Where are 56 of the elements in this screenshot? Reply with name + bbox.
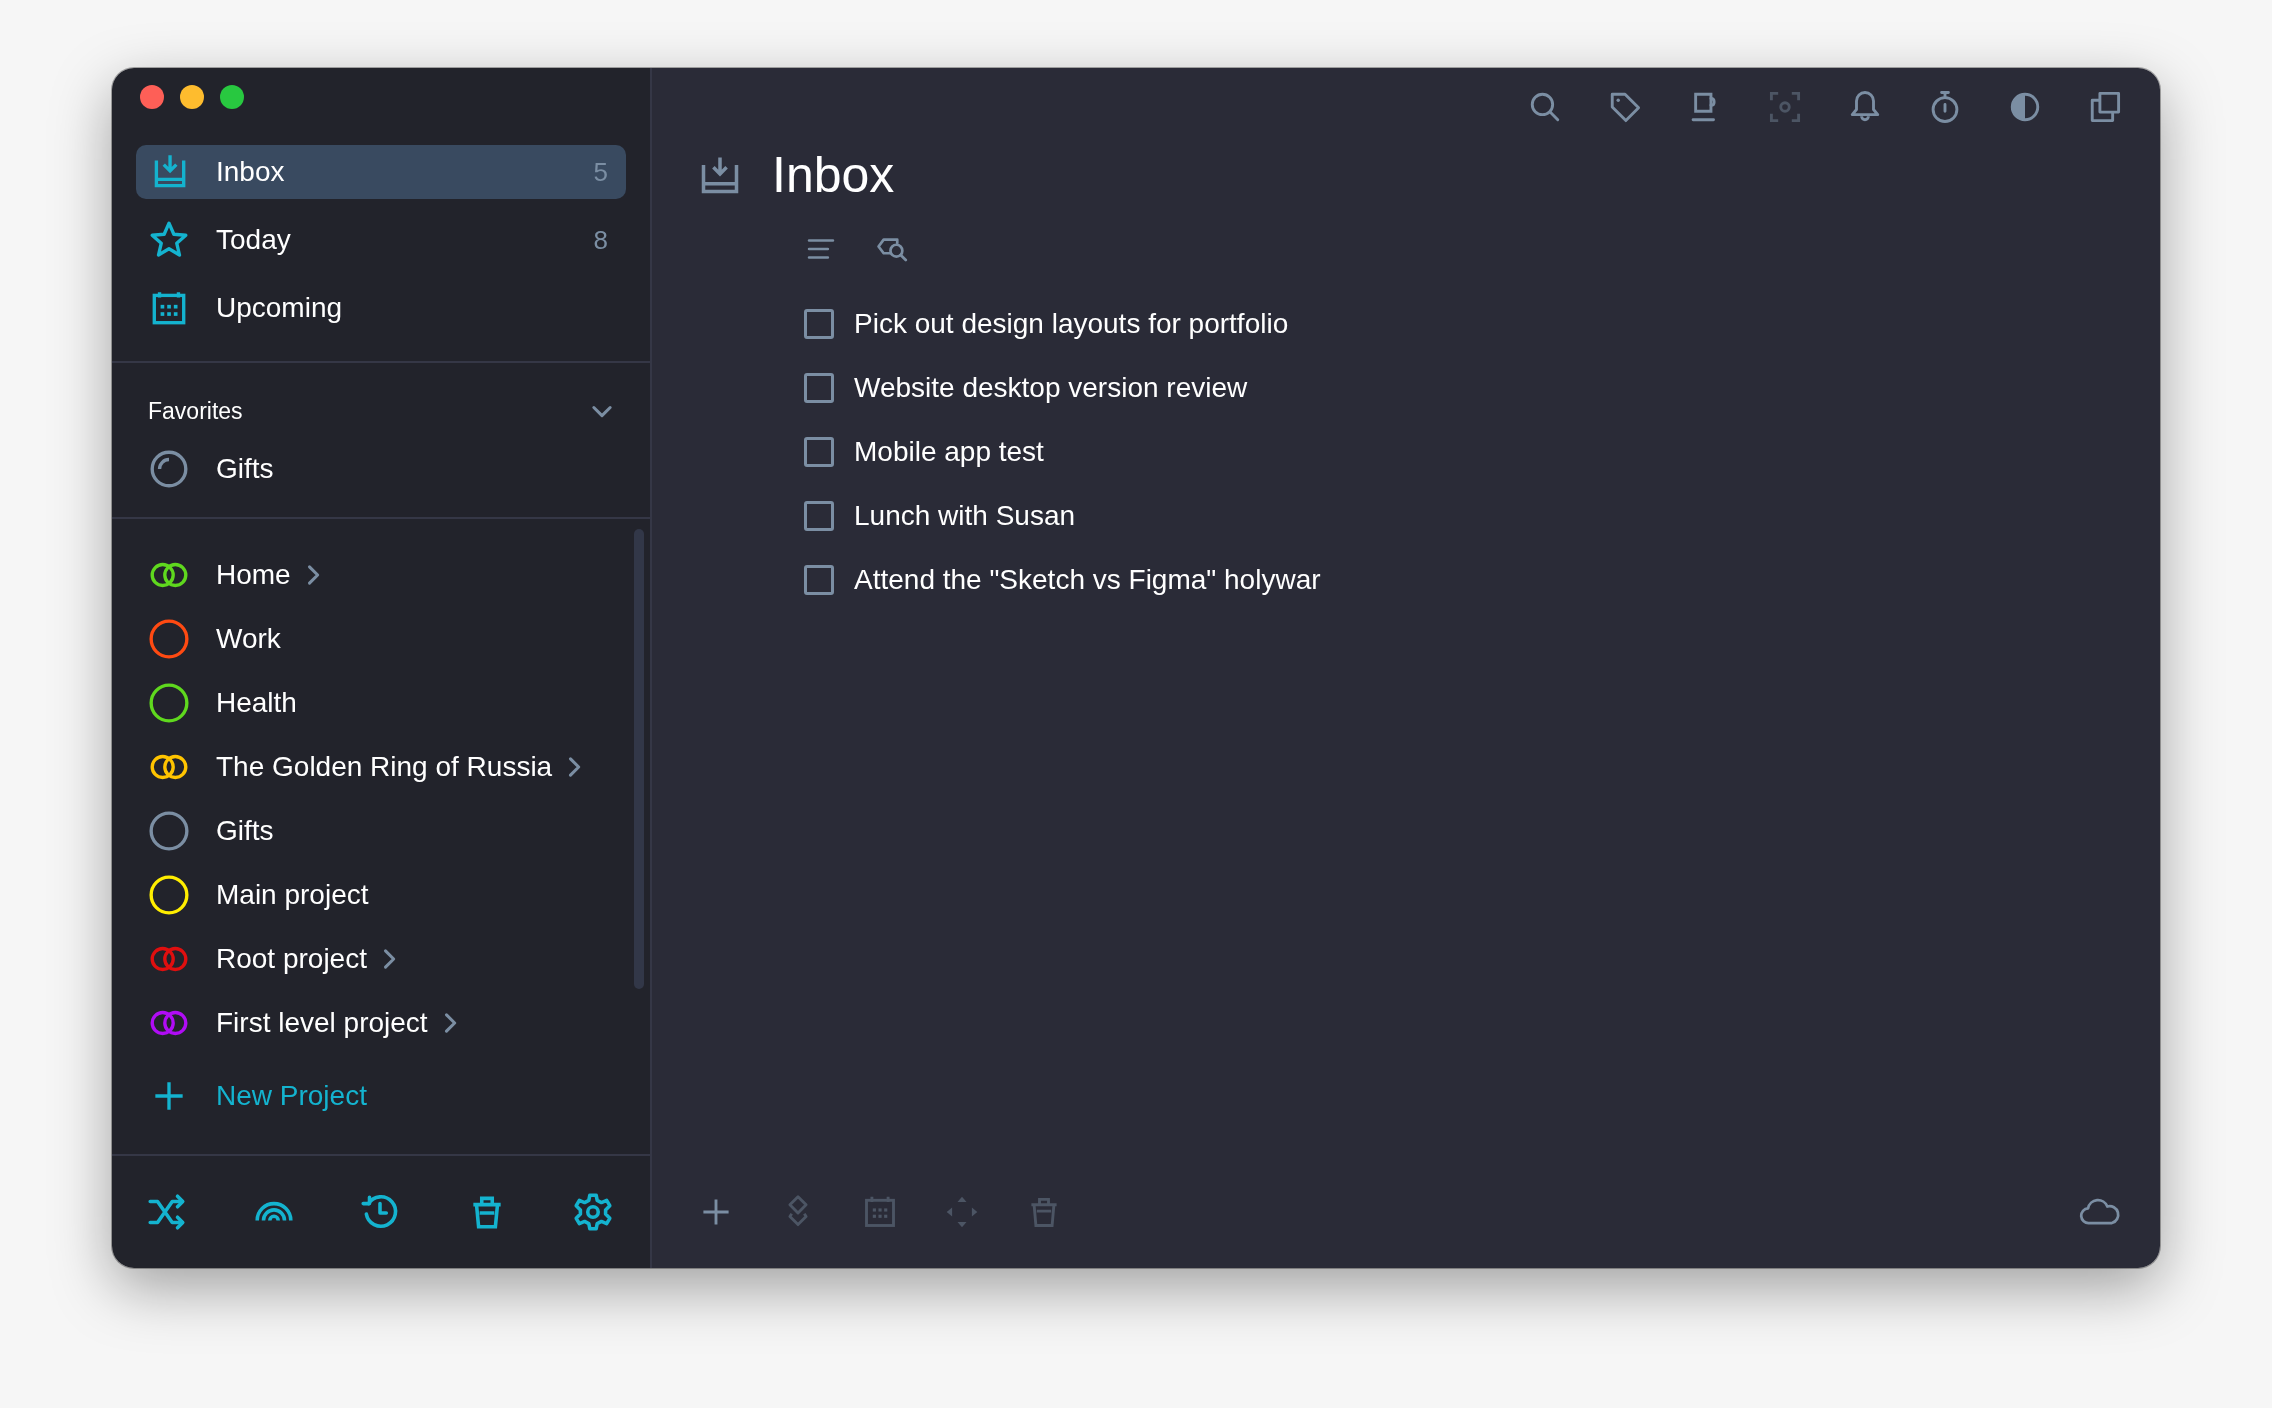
nav-label: Upcoming bbox=[216, 292, 343, 324]
project-label: Root project bbox=[216, 943, 367, 975]
project-label: Home bbox=[216, 559, 291, 591]
checkbox[interactable] bbox=[804, 565, 834, 595]
task-title: Lunch with Susan bbox=[854, 500, 1076, 532]
project-item[interactable]: Home bbox=[112, 543, 650, 607]
project-item[interactable]: Work bbox=[112, 607, 650, 671]
project-label: Gifts bbox=[216, 815, 274, 847]
nav-item[interactable]: Inbox 5 bbox=[136, 145, 626, 199]
nav-label: Today bbox=[216, 224, 291, 256]
task-item[interactable]: Attend the "Sketch vs Figma" holywar bbox=[804, 548, 2160, 612]
favorite-label: Gifts bbox=[216, 453, 274, 485]
project-item[interactable]: Root project bbox=[112, 927, 650, 991]
project-label: Work bbox=[216, 623, 281, 655]
close-button[interactable] bbox=[140, 84, 164, 109]
project-label: Health bbox=[216, 687, 297, 719]
bell-icon[interactable] bbox=[1848, 90, 1882, 124]
cloud-icon[interactable] bbox=[2078, 1197, 2122, 1227]
task-title: Attend the "Sketch vs Figma" holywar bbox=[854, 564, 1321, 596]
project-item[interactable]: Main project bbox=[112, 863, 650, 927]
nav-label: Inbox bbox=[216, 156, 285, 188]
project-item[interactable]: The Golden Ring of Russia bbox=[112, 735, 650, 799]
project-item[interactable]: Health bbox=[112, 671, 650, 735]
project-label: Main project bbox=[216, 879, 369, 911]
task-item[interactable]: Pick out design layouts for portfolio bbox=[804, 292, 2160, 356]
scrollbar-thumb[interactable] bbox=[634, 529, 644, 989]
favorite-item[interactable]: Gifts bbox=[112, 437, 650, 501]
page-title: Inbox bbox=[772, 146, 895, 204]
tag-icon[interactable] bbox=[1608, 90, 1642, 124]
item-count: 8 bbox=[593, 224, 608, 256]
task-title: Pick out design layouts for portfolio bbox=[854, 308, 1289, 340]
checkbox[interactable] bbox=[804, 437, 834, 467]
project-item[interactable]: Gifts bbox=[112, 799, 650, 863]
new-project-button[interactable]: New Project bbox=[112, 1064, 650, 1128]
task-item[interactable]: Mobile app test bbox=[804, 420, 2160, 484]
project-item[interactable]: First level project bbox=[112, 991, 650, 1055]
checkbox[interactable] bbox=[804, 373, 834, 403]
task-title: Website desktop version review bbox=[854, 372, 1248, 404]
checkbox[interactable] bbox=[804, 501, 834, 531]
task-item[interactable]: Website desktop version review bbox=[804, 356, 2160, 420]
task-title: Mobile app test bbox=[854, 436, 1044, 468]
nav-item[interactable]: Today 8 bbox=[136, 213, 626, 267]
project-label: First level project bbox=[216, 1007, 428, 1039]
nav-item[interactable]: Upcoming bbox=[136, 281, 626, 335]
copy-icon[interactable] bbox=[2088, 90, 2122, 124]
task-item[interactable]: Lunch with Susan bbox=[804, 484, 2160, 548]
checkbox[interactable] bbox=[804, 309, 834, 339]
search-icon[interactable] bbox=[1528, 90, 1562, 124]
contrast-icon[interactable] bbox=[2008, 90, 2042, 124]
zoom-button[interactable] bbox=[220, 84, 244, 109]
shuffle-icon[interactable] bbox=[146, 1191, 188, 1233]
project-label: The Golden Ring of Russia bbox=[216, 751, 553, 783]
minimize-button[interactable] bbox=[180, 84, 204, 109]
settings-icon[interactable] bbox=[572, 1191, 614, 1233]
section-header: Favorites bbox=[148, 397, 243, 425]
item-count: 5 bbox=[593, 156, 608, 188]
